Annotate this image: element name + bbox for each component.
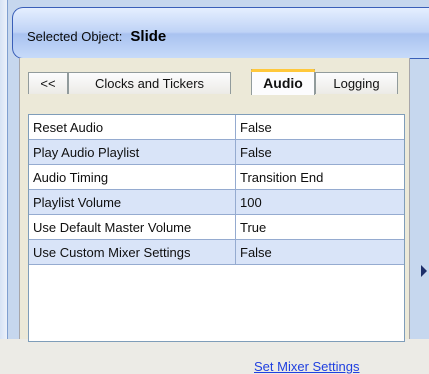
property-table: Reset Audio False Play Audio Playlist Fa… [29, 115, 404, 265]
property-row[interactable]: Audio Timing Transition End [29, 164, 404, 190]
property-name: Play Audio Playlist [29, 139, 236, 165]
audio-properties-panel: << Clocks and Tickers Audio Logging Rese… [19, 58, 410, 374]
tab-strip: << Clocks and Tickers Audio Logging [27, 69, 407, 95]
property-value[interactable]: Transition End [235, 164, 404, 190]
tab-scroll-left[interactable]: << [28, 72, 68, 94]
property-row[interactable]: Use Custom Mixer Settings False [29, 239, 404, 265]
property-value[interactable]: False [235, 139, 404, 165]
tab-logging[interactable]: Logging [315, 72, 398, 94]
property-value[interactable]: False [235, 115, 404, 140]
property-name: Use Default Master Volume [29, 214, 236, 240]
selected-object-line: Selected Object: Slide [27, 28, 166, 45]
property-value[interactable]: False [235, 239, 404, 265]
set-mixer-settings-link[interactable]: Set Mixer Settings [254, 359, 360, 374]
tab-clocks-and-tickers[interactable]: Clocks and Tickers [68, 72, 231, 94]
property-grid: Reset Audio False Play Audio Playlist Fa… [28, 114, 405, 374]
property-row[interactable]: Playlist Volume 100 [29, 189, 404, 215]
property-row[interactable]: Play Audio Playlist False [29, 139, 404, 165]
selected-object-value: Slide [130, 28, 167, 45]
property-name: Playlist Volume [29, 189, 236, 215]
property-value[interactable]: 100 [235, 189, 404, 215]
property-row[interactable]: Use Default Master Volume True [29, 214, 404, 240]
selected-object-label: Selected Object: [27, 29, 123, 44]
property-value[interactable]: True [235, 214, 404, 240]
property-name: Reset Audio [29, 115, 236, 140]
tab-audio[interactable]: Audio [251, 69, 315, 95]
property-name: Use Custom Mixer Settings [29, 239, 236, 265]
expand-arrow-icon[interactable] [421, 265, 427, 277]
property-row[interactable]: Reset Audio False [29, 115, 404, 140]
selected-object-header: Selected Object: Slide [12, 7, 429, 59]
property-name: Audio Timing [29, 164, 236, 190]
